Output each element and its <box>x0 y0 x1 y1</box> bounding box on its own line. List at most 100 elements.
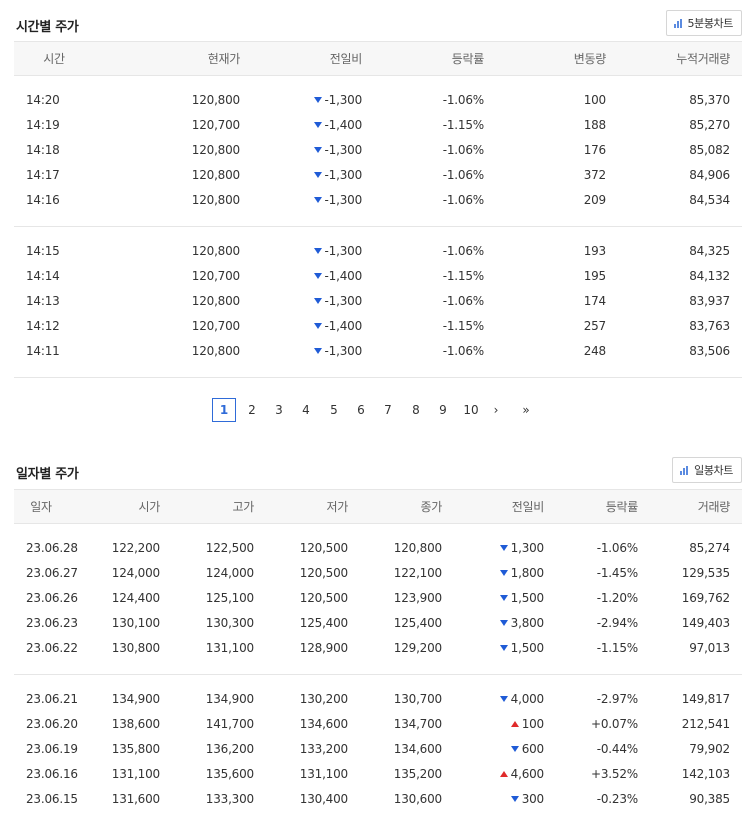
triangle-up-icon <box>510 721 519 727</box>
five-min-chart-label: 5분봉차트 <box>687 17 734 30</box>
change-cell: -1,300 <box>240 163 362 188</box>
table-row: 23.06.22 130,800 131,100 128,900 129,200 1,50… <box>14 636 742 661</box>
page-link-7[interactable]: 7 <box>376 398 400 422</box>
change-cell: -1,300 <box>240 339 362 364</box>
cum-volume-cell: 85,082 <box>689 143 730 157</box>
low-cell: 120,500 <box>299 541 348 555</box>
page-link-2[interactable]: 2 <box>240 398 264 422</box>
rate-cell: -1.06% <box>442 93 484 107</box>
open-cell: 122,200 <box>111 541 160 555</box>
triangle-down-icon <box>313 172 322 178</box>
price-cell: 120,800 <box>191 93 240 107</box>
high-cell: 136,200 <box>205 742 254 756</box>
daily-chart-label: 일봉차트 <box>694 464 733 477</box>
high-cell: 134,900 <box>205 692 254 706</box>
col-cum-volume: 누적거래량 <box>606 41 742 76</box>
last-page-icon[interactable]: » <box>514 398 538 422</box>
change-cell: 1,500 <box>442 636 544 661</box>
price-cell: 120,800 <box>191 344 240 358</box>
low-cell: 131,100 <box>299 767 348 781</box>
time-cell: 14:16 <box>26 193 60 207</box>
change-value: -1,300 <box>324 244 363 258</box>
volume-cell: 176 <box>583 143 607 157</box>
rate-cell: -2.94% <box>596 616 638 630</box>
open-cell: 130,100 <box>111 616 160 630</box>
page-link-5[interactable]: 5 <box>322 398 346 422</box>
volume-cell: 90,385 <box>689 792 730 806</box>
high-cell: 141,700 <box>205 717 254 731</box>
table-row: 14:13 120,800 -1,300 -1.06% 174 83,937 <box>14 289 742 314</box>
volume-cell: 193 <box>583 244 607 258</box>
page-link-6[interactable]: 6 <box>349 398 373 422</box>
page-link-8[interactable]: 8 <box>404 398 428 422</box>
volume-cell: 209 <box>583 193 607 207</box>
change-cell: 300 <box>442 787 544 812</box>
table-row: 23.06.27 124,000 124,000 120,500 122,100 1,80… <box>14 561 742 586</box>
change-value: 1,800 <box>510 566 545 580</box>
date-cell: 23.06.20 <box>26 717 78 731</box>
open-cell: 131,100 <box>111 767 160 781</box>
price-cell: 120,800 <box>191 193 240 207</box>
change-value: -1,400 <box>324 269 363 283</box>
col-date: 일자 <box>14 489 94 524</box>
divider-row <box>14 363 742 378</box>
open-cell: 131,600 <box>111 792 160 806</box>
change-value: 600 <box>521 742 545 756</box>
triangle-down-icon <box>313 147 322 153</box>
time-cell: 14:14 <box>26 269 60 283</box>
triangle-down-icon <box>499 696 508 702</box>
rate-cell: -1.06% <box>442 344 484 358</box>
rate-cell: -1.06% <box>442 193 484 207</box>
next-page-icon[interactable]: › <box>484 398 508 422</box>
triangle-down-icon <box>313 323 322 329</box>
close-cell: 134,700 <box>393 717 442 731</box>
table-row: 14:16 120,800 -1,300 -1.06% 209 84,534 <box>14 188 742 213</box>
rate-cell: -1.06% <box>442 143 484 157</box>
page-link-9[interactable]: 9 <box>431 398 455 422</box>
change-cell: 4,000 <box>442 687 544 712</box>
spacer-row <box>14 524 742 536</box>
spacer-row <box>14 227 742 239</box>
high-cell: 125,100 <box>205 591 254 605</box>
low-cell: 120,500 <box>299 566 348 580</box>
date-cell: 23.06.23 <box>26 616 78 630</box>
high-cell: 130,300 <box>205 616 254 630</box>
cum-volume-cell: 85,370 <box>689 93 730 107</box>
col-rate: 등락률 <box>544 489 638 524</box>
close-cell: 129,200 <box>393 641 442 655</box>
open-cell: 130,800 <box>111 641 160 655</box>
time-cell: 14:19 <box>26 118 60 132</box>
col-open: 시가 <box>94 489 160 524</box>
volume-cell: 212,541 <box>681 717 730 731</box>
cum-volume-cell: 84,132 <box>689 269 730 283</box>
page-link-1[interactable]: 1 <box>212 398 236 422</box>
rate-cell: -1.45% <box>596 566 638 580</box>
table-row: 23.06.19 135,800 136,200 133,200 134,600 600 -… <box>14 737 742 762</box>
triangle-down-icon <box>510 796 519 802</box>
bar-chart-icon <box>680 465 690 475</box>
date-cell: 23.06.26 <box>26 591 78 605</box>
change-cell: -1,400 <box>240 113 362 138</box>
col-change: 전일비 <box>240 41 362 76</box>
low-cell: 130,200 <box>299 692 348 706</box>
change-cell: 1,800 <box>442 561 544 586</box>
close-cell: 134,600 <box>393 742 442 756</box>
change-value: -1,300 <box>324 193 363 207</box>
change-cell: 4,600 <box>442 762 544 787</box>
table-row: 14:20 120,800 -1,300 -1.06% 100 85,370 <box>14 88 742 113</box>
page-link-4[interactable]: 4 <box>294 398 318 422</box>
table-row: 23.06.21 134,900 134,900 130,200 130,700 4,00… <box>14 687 742 712</box>
table-row: 14:19 120,700 -1,400 -1.15% 188 85,270 <box>14 113 742 138</box>
page-link-10[interactable]: 10 <box>459 398 483 422</box>
page-link-3[interactable]: 3 <box>267 398 291 422</box>
cum-volume-cell: 84,906 <box>689 168 730 182</box>
spacer-row <box>14 675 742 687</box>
daily-chart-button[interactable]: 일봉차트 <box>672 457 742 483</box>
triangle-down-icon <box>499 545 508 551</box>
table-row: 23.06.26 124,400 125,100 120,500 123,900 1,50… <box>14 586 742 611</box>
change-value: 4,600 <box>510 767 545 781</box>
volume-cell: 100 <box>583 93 607 107</box>
change-cell: -1,300 <box>240 138 362 163</box>
five-min-chart-button[interactable]: 5분봉차트 <box>665 10 742 36</box>
rate-cell: -1.06% <box>442 168 484 182</box>
